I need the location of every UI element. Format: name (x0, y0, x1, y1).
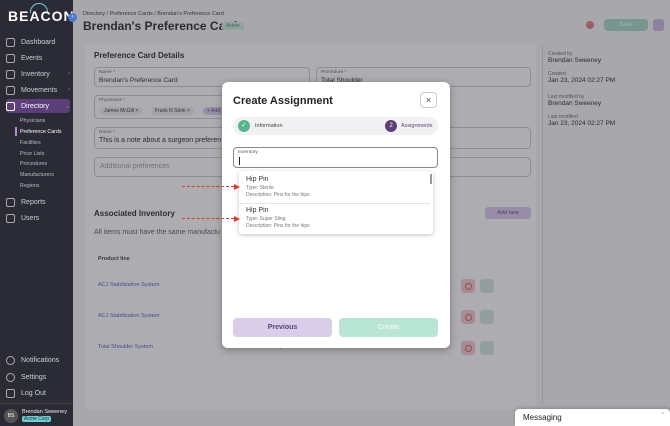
subnav-regions[interactable]: Regions (20, 183, 39, 189)
step-assignments-label[interactable]: Assignments (401, 123, 433, 129)
option-type: Type: Sterile (246, 185, 274, 191)
inventory-dropdown: Hip Pin Type: Sterile Description: Pins … (239, 171, 433, 234)
directory-icon (6, 101, 15, 111)
arrow-head-icon (234, 184, 240, 190)
user-name: Brendan Sweeney (22, 409, 67, 415)
dashboard-icon (6, 37, 15, 47)
dropdown-scrollbar[interactable] (430, 174, 432, 184)
report-icon (6, 197, 15, 207)
app-logo[interactable]: BEACON (8, 8, 75, 24)
nav-events-label: Events (21, 54, 43, 62)
nav-directory[interactable]: Directory ⌄ (6, 99, 70, 113)
messaging-title: Messaging (523, 413, 562, 422)
option-name: Hip Pin (246, 207, 269, 214)
annotation-arrow (182, 218, 234, 219)
nav-events[interactable]: Events (6, 51, 70, 65)
sidebar: BEACON Dashboard Events Inventory › Move… (0, 0, 75, 426)
close-icon: × (425, 95, 432, 105)
step-information-label[interactable]: Information (255, 123, 283, 129)
nav-movements-label: Movements (21, 86, 58, 94)
nav-settings[interactable]: Settings (6, 370, 70, 384)
users-icon (6, 213, 15, 223)
subnav-physicians[interactable]: Physicians (20, 118, 45, 124)
dropdown-option[interactable]: Hip Pin Type: Sterile Description: Pins … (239, 173, 430, 203)
bell-icon (6, 355, 15, 365)
step-number: 2 (385, 120, 397, 132)
nav-dashboard[interactable]: Dashboard (6, 35, 70, 49)
gear-icon (6, 372, 15, 382)
inventory-input[interactable]: Inventory (233, 147, 438, 168)
dropdown-option[interactable]: Hip Pin Type: Super Sling Description: P… (239, 203, 430, 233)
subnav-procedures[interactable]: Procedures (20, 161, 47, 167)
subnav-price-lists[interactable]: Price Lists (20, 151, 44, 157)
previous-button[interactable]: Previous (233, 318, 332, 337)
text-caret (239, 157, 240, 165)
nav-dashboard-label: Dashboard (21, 38, 56, 46)
nav-reports[interactable]: Reports (6, 195, 70, 209)
close-button[interactable]: × (420, 92, 437, 108)
nav-users[interactable]: Users (6, 211, 70, 225)
option-description: Description: Pins for the hips (246, 192, 310, 198)
chevron-right-icon: › (68, 71, 70, 77)
sidebar-divider (0, 403, 73, 404)
nav-users-label: Users (21, 214, 40, 222)
chevron-right-icon: › (68, 87, 70, 93)
calendar-icon (6, 53, 15, 63)
arrow-head-icon (234, 216, 240, 222)
nav-logout[interactable]: Log Out (6, 386, 70, 400)
chevron-up-icon[interactable]: ˆ (662, 413, 664, 420)
user-org-badge: Acme Corp (22, 416, 52, 422)
create-button[interactable]: Create (339, 318, 438, 337)
nav-directory-label: Directory (21, 102, 50, 110)
modal-title: Create Assignment (233, 95, 333, 107)
avatar[interactable]: BS (4, 409, 18, 423)
stepper: ✓ Information 2 Assignments (233, 117, 438, 135)
arrows-icon (6, 85, 15, 95)
option-type: Type: Super Sling (246, 216, 286, 222)
subnav-manufacturers[interactable]: Manufacturers (20, 172, 54, 178)
inventory-input-label: Inventory (238, 150, 258, 155)
subnav-preference-cards[interactable]: Preference Cards (20, 129, 62, 135)
nav-logout-label: Log Out (21, 389, 46, 397)
collapse-sidebar-button[interactable]: ‹ (68, 13, 77, 22)
nav-inventory-label: Inventory (21, 70, 50, 78)
logout-icon (6, 388, 15, 398)
nav-movements[interactable]: Movements › (6, 83, 70, 97)
create-assignment-modal: Create Assignment × ✓ Information 2 Assi… (222, 82, 450, 348)
nav-settings-label: Settings (21, 373, 47, 381)
option-name: Hip Pin (246, 176, 269, 183)
check-icon: ✓ (238, 120, 250, 132)
nav-notifications[interactable]: Notifications (6, 353, 70, 367)
option-description: Description: Pins for the hips (246, 223, 310, 229)
annotation-arrow (182, 186, 234, 187)
active-indicator (15, 127, 17, 136)
box-icon (6, 69, 15, 79)
nav-notifications-label: Notifications (21, 356, 60, 364)
messaging-panel[interactable]: Messaging ˆ (515, 409, 670, 426)
nav-reports-label: Reports (21, 198, 46, 206)
subnav-facilities[interactable]: Facilities (20, 140, 41, 146)
chevron-down-icon: ⌄ (64, 103, 70, 110)
nav-inventory[interactable]: Inventory › (6, 67, 70, 81)
